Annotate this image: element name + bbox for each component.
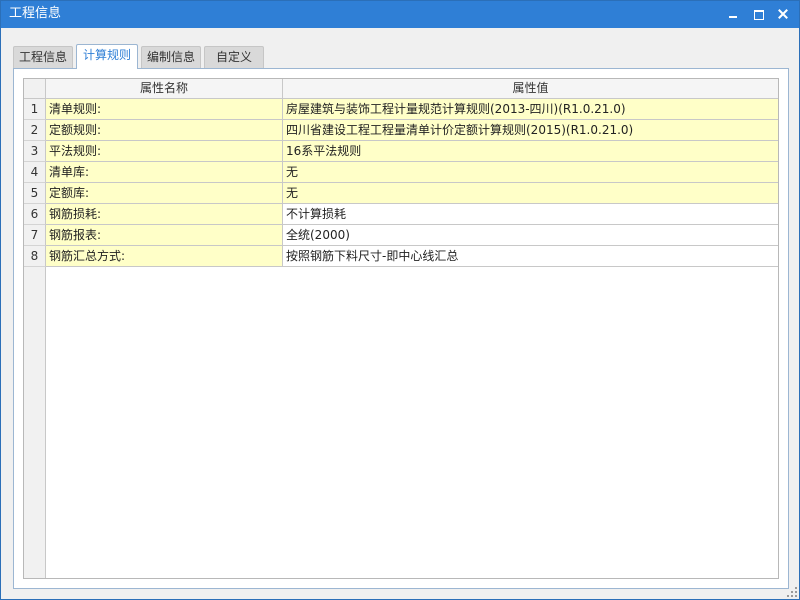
property-name-cell: 钢筋损耗: xyxy=(46,204,283,225)
property-name-cell: 清单库: xyxy=(46,162,283,183)
property-name-cell: 平法规则: xyxy=(46,141,283,162)
close-icon[interactable] xyxy=(773,5,793,23)
row-number: 5 xyxy=(24,183,46,204)
property-name-cell: 定额库: xyxy=(46,183,283,204)
table-row[interactable]: 3 平法规则: 16系平法规则 xyxy=(24,141,778,162)
table-row[interactable]: 4 清单库: 无 xyxy=(24,162,778,183)
row-number: 2 xyxy=(24,120,46,141)
property-grid: 属性名称 属性值 1 清单规则: 房屋建筑与装饰工程计量规范计算规则(2013-… xyxy=(23,78,779,579)
property-value-cell[interactable]: 按照钢筋下料尺寸-即中心线汇总 xyxy=(283,246,778,267)
maximize-icon[interactable] xyxy=(749,5,769,23)
table-row[interactable]: 6 钢筋损耗: 不计算损耗 xyxy=(24,204,778,225)
property-value-cell[interactable]: 全统(2000) xyxy=(283,225,778,246)
property-value-cell[interactable]: 无 xyxy=(283,183,778,204)
row-number: 7 xyxy=(24,225,46,246)
property-value-cell[interactable]: 不计算损耗 xyxy=(283,204,778,225)
tab-project-info[interactable]: 工程信息 xyxy=(13,46,73,68)
property-value-cell[interactable]: 无 xyxy=(283,162,778,183)
window-title: 工程信息 xyxy=(9,6,62,21)
project-info-window: 工程信息 工程信息 计算规则 编制信息 自定义 属性名称 属性值 1 清单规则:… xyxy=(0,0,800,600)
table-row[interactable]: 5 定额库: 无 xyxy=(24,183,778,204)
row-number: 1 xyxy=(24,99,46,120)
minimize-icon[interactable] xyxy=(723,5,743,23)
tab-compilation-info[interactable]: 编制信息 xyxy=(141,46,201,68)
table-row[interactable]: 8 钢筋汇总方式: 按照钢筋下料尺寸-即中心线汇总 xyxy=(24,246,778,267)
property-name-cell: 定额规则: xyxy=(46,120,283,141)
row-number: 8 xyxy=(24,246,46,267)
property-value-cell[interactable]: 四川省建设工程工程量清单计价定额计算规则(2015)(R1.0.21.0) xyxy=(283,120,778,141)
column-header-value[interactable]: 属性值 xyxy=(283,79,778,99)
resize-grip-icon[interactable] xyxy=(787,587,797,597)
column-header-name[interactable]: 属性名称 xyxy=(46,79,283,99)
property-value-cell[interactable]: 16系平法规则 xyxy=(283,141,778,162)
tab-custom[interactable]: 自定义 xyxy=(204,46,264,68)
title-bar[interactable]: 工程信息 xyxy=(1,1,799,28)
property-name-cell: 清单规则: xyxy=(46,99,283,120)
grid-corner[interactable] xyxy=(24,79,46,99)
row-number: 6 xyxy=(24,204,46,225)
property-name-cell: 钢筋报表: xyxy=(46,225,283,246)
table-row[interactable]: 7 钢筋报表: 全统(2000) xyxy=(24,225,778,246)
row-number: 4 xyxy=(24,162,46,183)
table-row[interactable]: 2 定额规则: 四川省建设工程工程量清单计价定额计算规则(2015)(R1.0.… xyxy=(24,120,778,141)
tab-calculation-rules[interactable]: 计算规则 xyxy=(76,44,138,69)
property-name-cell: 钢筋汇总方式: xyxy=(46,246,283,267)
table-row[interactable]: 1 清单规则: 房屋建筑与装饰工程计量规范计算规则(2013-四川)(R1.0.… xyxy=(24,99,778,120)
tab-panel: 属性名称 属性值 1 清单规则: 房屋建筑与装饰工程计量规范计算规则(2013-… xyxy=(13,68,789,589)
row-number: 3 xyxy=(24,141,46,162)
property-value-cell[interactable]: 房屋建筑与装饰工程计量规范计算规则(2013-四川)(R1.0.21.0) xyxy=(283,99,778,120)
